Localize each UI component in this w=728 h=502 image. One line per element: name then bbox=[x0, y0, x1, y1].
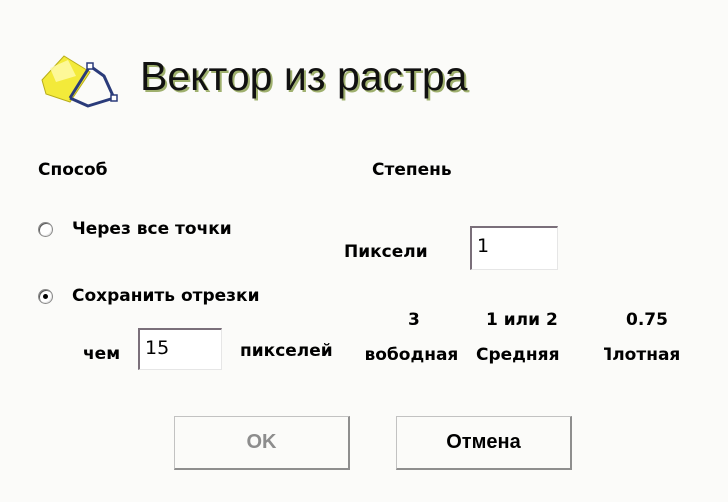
preset-loose-name[interactable]: Свободная bbox=[366, 344, 458, 366]
cancel-button[interactable]: Отмена bbox=[396, 416, 572, 470]
vector-from-raster-icon bbox=[41, 55, 118, 108]
method-label: Способ bbox=[38, 160, 108, 180]
preset-loose-clip[interactable]: Свободная bbox=[366, 344, 468, 370]
segment-suffix-clip: пикселей bbox=[240, 340, 356, 366]
degree-label: Степень bbox=[372, 160, 452, 180]
ok-button[interactable]: OK bbox=[174, 416, 350, 470]
pixels-label: Пиксели bbox=[344, 242, 428, 262]
option-all-points-label[interactable]: Через все точки bbox=[72, 218, 232, 240]
preset-medium-name[interactable]: Средняя bbox=[476, 344, 559, 366]
preset-dense-name[interactable]: Плотная bbox=[604, 344, 680, 366]
preset-loose-value[interactable]: 3 bbox=[408, 309, 420, 331]
dialog-title: Вектор из растра bbox=[140, 53, 468, 99]
vector-from-raster-dialog: Вектор из растра Способ Степень Через вс… bbox=[0, 0, 728, 502]
radio-all-points[interactable] bbox=[38, 222, 53, 237]
segment-suffix-label: пикселей bbox=[240, 341, 333, 361]
preset-dense-clip[interactable]: Плотная bbox=[604, 344, 700, 370]
segment-prefix-label: чем bbox=[83, 344, 121, 364]
segment-length-input[interactable]: 15 bbox=[138, 328, 222, 370]
preset-medium-clip[interactable]: Средняя bbox=[476, 344, 596, 370]
radio-keep-segments[interactable] bbox=[38, 289, 53, 304]
pixels-input[interactable]: 1 bbox=[470, 226, 558, 270]
option-keep-segments-label[interactable]: Сохранить отрезки bbox=[72, 285, 260, 307]
preset-dense-value[interactable]: 0.75 bbox=[626, 309, 668, 331]
preset-medium-value[interactable]: 1 или 2 bbox=[486, 309, 558, 331]
